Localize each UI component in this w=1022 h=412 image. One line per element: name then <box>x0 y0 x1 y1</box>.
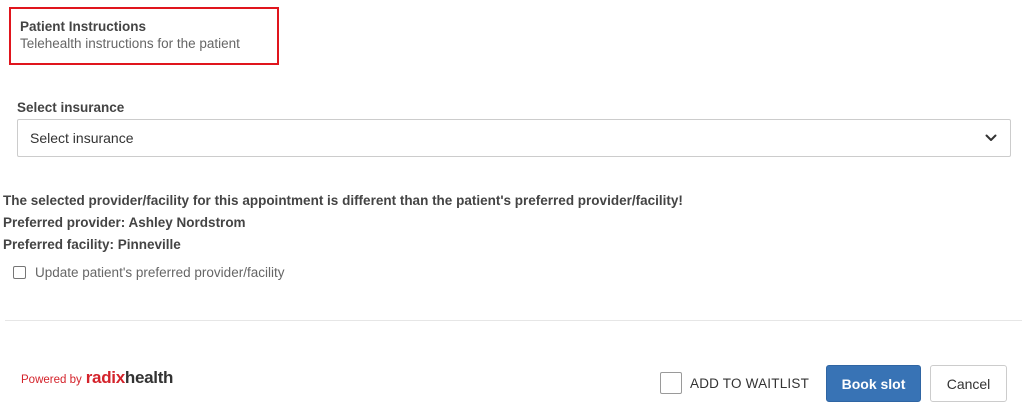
chevron-down-icon <box>984 131 998 145</box>
update-preferred-option[interactable]: Update patient's preferred provider/faci… <box>13 265 284 280</box>
warning-message: The selected provider/facility for this … <box>3 193 683 208</box>
add-to-waitlist-label: ADD TO WAITLIST <box>690 375 810 391</box>
booking-form: Patient Instructions Telehealth instruct… <box>0 0 1022 412</box>
update-preferred-checkbox[interactable] <box>13 266 26 279</box>
update-preferred-label: Update patient's preferred provider/faci… <box>35 265 285 280</box>
radixhealth-logo: radixhealth <box>85 368 174 388</box>
insurance-select-value: Select insurance <box>30 130 134 146</box>
insurance-select[interactable]: Select insurance <box>17 119 1011 157</box>
insurance-label: Select insurance <box>17 100 125 115</box>
cancel-button[interactable]: Cancel <box>930 365 1007 402</box>
powered-by: Powered by radixhealth <box>21 368 173 388</box>
logo-radix: radix <box>85 368 125 387</box>
patient-instructions-box: Patient Instructions Telehealth instruct… <box>9 7 279 65</box>
preferred-facility: Preferred facility: Pinneville <box>3 237 181 252</box>
powered-by-text: Powered by <box>21 374 82 386</box>
logo-health: health <box>124 368 174 387</box>
divider <box>5 320 1022 321</box>
add-to-waitlist-checkbox[interactable] <box>660 372 682 394</box>
preferred-provider: Preferred provider: Ashley Nordstrom <box>3 215 246 230</box>
provider-mismatch-warning: The selected provider/facility for this … <box>3 190 683 256</box>
add-to-waitlist-option[interactable]: ADD TO WAITLIST <box>660 372 809 394</box>
book-slot-button[interactable]: Book slot <box>826 365 921 402</box>
patient-instructions-title: Patient Instructions <box>20 19 147 34</box>
patient-instructions-text: Telehealth instructions for the patient <box>20 36 240 51</box>
